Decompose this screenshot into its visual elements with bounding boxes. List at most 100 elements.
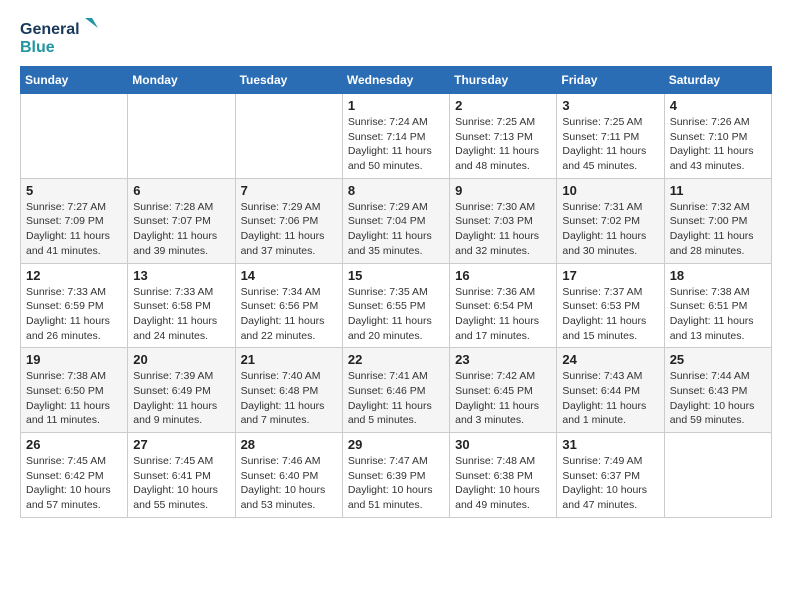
calendar-week-row: 5 Sunrise: 7:27 AM Sunset: 7:09 PM Daylig…: [21, 178, 772, 263]
calendar-cell: 3Sunrise: 7:25 AM Sunset: 7:11 PM Daylig…: [557, 94, 664, 179]
day-number: 31: [562, 437, 658, 452]
day-number: 8: [348, 183, 444, 198]
day-info: Sunrise: 7:25 AM Sunset: 7:11 PM Dayligh…: [562, 115, 658, 174]
calendar-cell: 4Sunrise: 7:26 AM Sunset: 7:10 PM Daylig…: [664, 94, 771, 179]
calendar-cell: [128, 94, 235, 179]
day-number: 2: [455, 98, 551, 113]
day-number: 28: [241, 437, 337, 452]
svg-text:Blue: Blue: [20, 39, 55, 56]
day-number: 22: [348, 352, 444, 367]
day-info: Sunrise: 7:39 AM Sunset: 6:49 PM Dayligh…: [133, 369, 229, 428]
calendar-cell: 1Sunrise: 7:24 AM Sunset: 7:14 PM Daylig…: [342, 94, 449, 179]
day-info: Sunrise: 7:29 AM Sunset: 7:06 PM Dayligh…: [241, 200, 337, 259]
calendar-cell: [21, 94, 128, 179]
day-info: Sunrise: 7:24 AM Sunset: 7:14 PM Dayligh…: [348, 115, 444, 174]
day-number: 17: [562, 268, 658, 283]
day-number: 16: [455, 268, 551, 283]
day-number: 18: [670, 268, 766, 283]
weekday-header: Sunday: [21, 67, 128, 94]
day-info: Sunrise: 7:27 AM Sunset: 7:09 PM Dayligh…: [26, 200, 122, 259]
day-number: 27: [133, 437, 229, 452]
calendar-cell: 14 Sunrise: 7:34 AM Sunset: 6:56 PM Dayli…: [235, 263, 342, 348]
calendar-cell: 23 Sunrise: 7:42 AM Sunset: 6:45 PM Dayli…: [450, 348, 557, 433]
day-number: 25: [670, 352, 766, 367]
day-info: Sunrise: 7:48 AM Sunset: 6:38 PM Dayligh…: [455, 454, 551, 513]
day-info: Sunrise: 7:36 AM Sunset: 6:54 PM Dayligh…: [455, 285, 551, 344]
weekday-header: Saturday: [664, 67, 771, 94]
calendar-cell: 15 Sunrise: 7:35 AM Sunset: 6:55 PM Dayli…: [342, 263, 449, 348]
weekday-header: Wednesday: [342, 67, 449, 94]
day-info: Sunrise: 7:30 AM Sunset: 7:03 PM Dayligh…: [455, 200, 551, 259]
day-info: Sunrise: 7:32 AM Sunset: 7:00 PM Dayligh…: [670, 200, 766, 259]
calendar-cell: 5 Sunrise: 7:27 AM Sunset: 7:09 PM Daylig…: [21, 178, 128, 263]
calendar-cell: 9 Sunrise: 7:30 AM Sunset: 7:03 PM Daylig…: [450, 178, 557, 263]
day-number: 13: [133, 268, 229, 283]
calendar-cell: 8 Sunrise: 7:29 AM Sunset: 7:04 PM Daylig…: [342, 178, 449, 263]
calendar-cell: 31 Sunrise: 7:49 AM Sunset: 6:37 PM Dayli…: [557, 433, 664, 518]
day-number: 12: [26, 268, 122, 283]
svg-text:General: General: [20, 21, 80, 38]
calendar-cell: [664, 433, 771, 518]
day-number: 11: [670, 183, 766, 198]
day-info: Sunrise: 7:43 AM Sunset: 6:44 PM Dayligh…: [562, 369, 658, 428]
calendar-cell: 16 Sunrise: 7:36 AM Sunset: 6:54 PM Dayli…: [450, 263, 557, 348]
calendar-cell: 30 Sunrise: 7:48 AM Sunset: 6:38 PM Dayli…: [450, 433, 557, 518]
day-number: 23: [455, 352, 551, 367]
calendar-cell: 24 Sunrise: 7:43 AM Sunset: 6:44 PM Dayli…: [557, 348, 664, 433]
calendar-cell: 6 Sunrise: 7:28 AM Sunset: 7:07 PM Daylig…: [128, 178, 235, 263]
day-info: Sunrise: 7:33 AM Sunset: 6:59 PM Dayligh…: [26, 285, 122, 344]
day-number: 15: [348, 268, 444, 283]
logo: GeneralBlue: [20, 16, 100, 56]
calendar-cell: 7 Sunrise: 7:29 AM Sunset: 7:06 PM Daylig…: [235, 178, 342, 263]
day-number: 14: [241, 268, 337, 283]
day-info: Sunrise: 7:49 AM Sunset: 6:37 PM Dayligh…: [562, 454, 658, 513]
weekday-header: Friday: [557, 67, 664, 94]
day-info: Sunrise: 7:29 AM Sunset: 7:04 PM Dayligh…: [348, 200, 444, 259]
day-info: Sunrise: 7:38 AM Sunset: 6:50 PM Dayligh…: [26, 369, 122, 428]
day-info: Sunrise: 7:44 AM Sunset: 6:43 PM Dayligh…: [670, 369, 766, 428]
day-info: Sunrise: 7:35 AM Sunset: 6:55 PM Dayligh…: [348, 285, 444, 344]
calendar-cell: 2Sunrise: 7:25 AM Sunset: 7:13 PM Daylig…: [450, 94, 557, 179]
day-info: Sunrise: 7:41 AM Sunset: 6:46 PM Dayligh…: [348, 369, 444, 428]
day-info: Sunrise: 7:28 AM Sunset: 7:07 PM Dayligh…: [133, 200, 229, 259]
calendar-cell: 25 Sunrise: 7:44 AM Sunset: 6:43 PM Dayli…: [664, 348, 771, 433]
calendar-cell: 18 Sunrise: 7:38 AM Sunset: 6:51 PM Dayli…: [664, 263, 771, 348]
calendar-cell: 10 Sunrise: 7:31 AM Sunset: 7:02 PM Dayli…: [557, 178, 664, 263]
weekday-header: Monday: [128, 67, 235, 94]
day-info: Sunrise: 7:46 AM Sunset: 6:40 PM Dayligh…: [241, 454, 337, 513]
calendar-cell: 21Sunrise: 7:40 AM Sunset: 6:48 PM Dayli…: [235, 348, 342, 433]
day-number: 30: [455, 437, 551, 452]
weekday-header: Thursday: [450, 67, 557, 94]
day-info: Sunrise: 7:47 AM Sunset: 6:39 PM Dayligh…: [348, 454, 444, 513]
calendar-cell: 13Sunrise: 7:33 AM Sunset: 6:58 PM Dayli…: [128, 263, 235, 348]
calendar-week-row: 19 Sunrise: 7:38 AM Sunset: 6:50 PM Dayli…: [21, 348, 772, 433]
day-number: 10: [562, 183, 658, 198]
day-number: 9: [455, 183, 551, 198]
weekday-header: Tuesday: [235, 67, 342, 94]
logo-icon: GeneralBlue: [20, 16, 100, 56]
day-number: 7: [241, 183, 337, 198]
day-info: Sunrise: 7:45 AM Sunset: 6:41 PM Dayligh…: [133, 454, 229, 513]
calendar-week-row: 12 Sunrise: 7:33 AM Sunset: 6:59 PM Dayli…: [21, 263, 772, 348]
day-number: 19: [26, 352, 122, 367]
day-number: 6: [133, 183, 229, 198]
day-info: Sunrise: 7:37 AM Sunset: 6:53 PM Dayligh…: [562, 285, 658, 344]
day-info: Sunrise: 7:34 AM Sunset: 6:56 PM Dayligh…: [241, 285, 337, 344]
day-number: 24: [562, 352, 658, 367]
calendar-cell: 26Sunrise: 7:45 AM Sunset: 6:42 PM Dayli…: [21, 433, 128, 518]
day-info: Sunrise: 7:45 AM Sunset: 6:42 PM Dayligh…: [26, 454, 122, 513]
calendar-cell: 19 Sunrise: 7:38 AM Sunset: 6:50 PM Dayli…: [21, 348, 128, 433]
day-info: Sunrise: 7:31 AM Sunset: 7:02 PM Dayligh…: [562, 200, 658, 259]
calendar-cell: 22 Sunrise: 7:41 AM Sunset: 6:46 PM Dayli…: [342, 348, 449, 433]
day-number: 5: [26, 183, 122, 198]
day-info: Sunrise: 7:40 AM Sunset: 6:48 PM Dayligh…: [241, 369, 337, 428]
calendar-cell: 29Sunrise: 7:47 AM Sunset: 6:39 PM Dayli…: [342, 433, 449, 518]
header: GeneralBlue: [20, 16, 772, 56]
day-info: Sunrise: 7:42 AM Sunset: 6:45 PM Dayligh…: [455, 369, 551, 428]
day-number: 4: [670, 98, 766, 113]
calendar-week-row: 26Sunrise: 7:45 AM Sunset: 6:42 PM Dayli…: [21, 433, 772, 518]
calendar-table: SundayMondayTuesdayWednesdayThursdayFrid…: [20, 66, 772, 518]
calendar-cell: 28 Sunrise: 7:46 AM Sunset: 6:40 PM Dayli…: [235, 433, 342, 518]
calendar-cell: 20Sunrise: 7:39 AM Sunset: 6:49 PM Dayli…: [128, 348, 235, 433]
day-info: Sunrise: 7:38 AM Sunset: 6:51 PM Dayligh…: [670, 285, 766, 344]
